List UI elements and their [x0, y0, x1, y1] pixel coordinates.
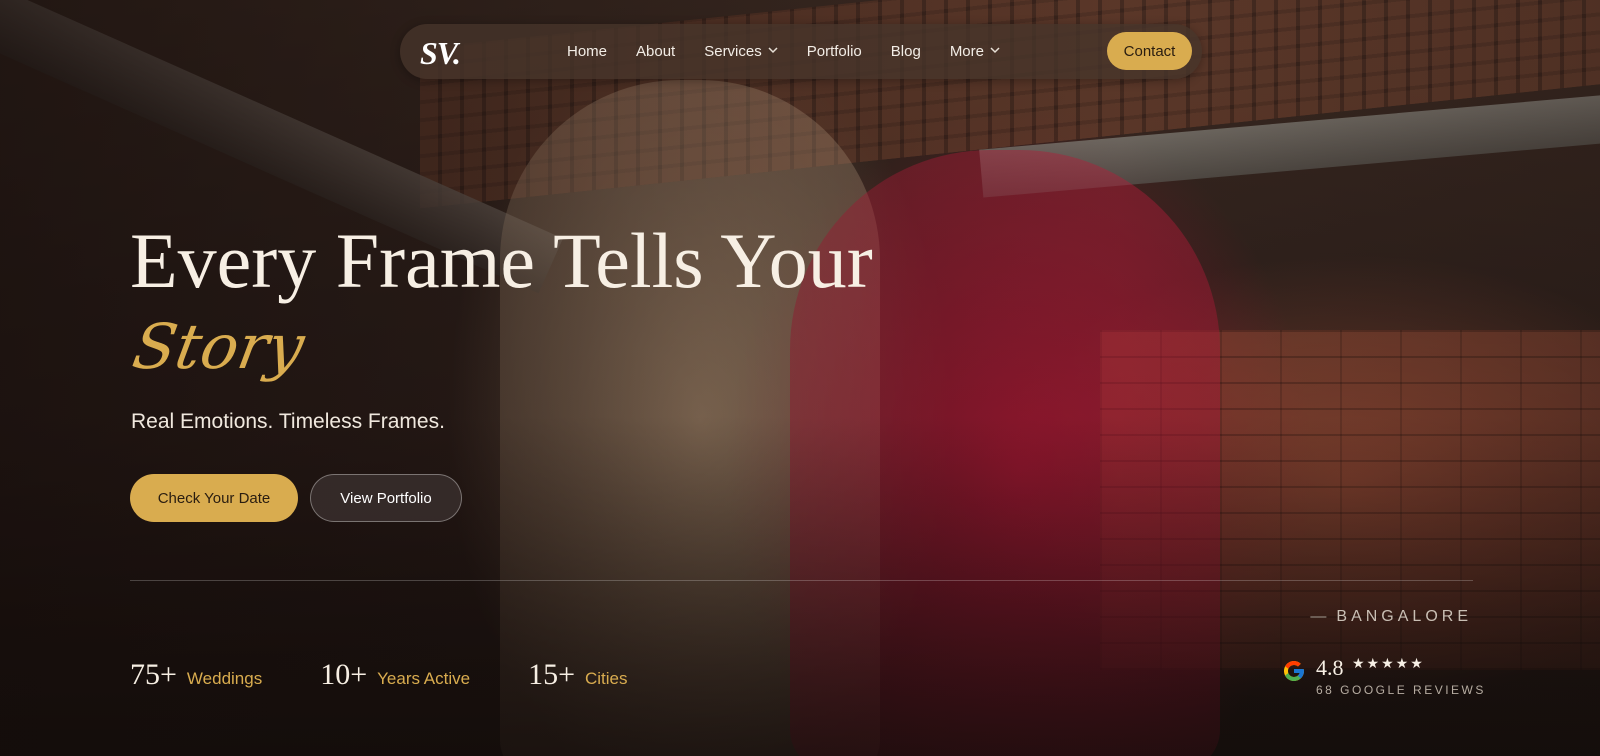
google-icon — [1282, 659, 1306, 683]
nav-item-label: More — [949, 43, 984, 60]
hero-title: Every Frame Tells Your — [130, 217, 873, 304]
nav-item-more[interactable]: More — [950, 43, 1000, 60]
chevron-down-icon — [768, 46, 778, 57]
chevron-down-icon — [990, 46, 1000, 57]
nav-item-label: Portfolio — [806, 43, 862, 60]
location-city: BANGALORE — [1336, 608, 1472, 625]
hero-subtitle: Real Emotions. Timeless Frames. — [131, 410, 445, 433]
nav-item-about[interactable]: About — [636, 43, 675, 60]
rating-value: 4.8 — [1316, 655, 1344, 680]
stat-weddings: 75+ Weddings — [130, 658, 262, 692]
nav-item-portfolio[interactable]: Portfolio — [807, 43, 862, 60]
nav-item-services[interactable]: Services — [704, 43, 778, 60]
stat-value: 10+ — [320, 658, 368, 691]
section-divider — [130, 580, 1473, 581]
stat-label: Cities — [585, 669, 628, 688]
brand-logo[interactable]: SV. — [420, 35, 461, 72]
stat-value: 15+ — [528, 658, 575, 691]
stat-years-active: 10+ Years Active — [320, 658, 470, 692]
check-your-date-button[interactable]: Check Your Date — [130, 474, 298, 522]
nav-item-label: Home — [567, 43, 608, 60]
stats-row: 75+ Weddings 10+ Years Active 15+ Cities — [130, 658, 686, 692]
reviews-count: 68 GOOGLE REVIEWS — [1316, 683, 1486, 697]
stat-cities: 15+ Cities — [528, 658, 627, 692]
nav-links: Home About Services Portfolio Blog More — [567, 24, 1029, 79]
stat-label: Years Active — [377, 669, 471, 688]
stat-label: Weddings — [186, 669, 263, 688]
nav-item-label: Blog — [890, 43, 921, 60]
star-rating-icon: ★★★★★ — [1352, 655, 1425, 671]
nav-item-label: Services — [704, 43, 762, 60]
nav-item-label: About — [636, 43, 676, 60]
view-portfolio-button[interactable]: View Portfolio — [310, 474, 462, 522]
contact-button[interactable]: Contact — [1107, 32, 1192, 70]
location-label: — BANGALORE — [1310, 608, 1472, 626]
top-navigation: SV. Home About Services Portfolio Blog M… — [400, 24, 1202, 79]
nav-item-home[interactable]: Home — [567, 43, 607, 60]
stat-value: 75+ — [130, 658, 177, 691]
nav-item-blog[interactable]: Blog — [891, 43, 921, 60]
hero-title-accent: Story — [127, 310, 310, 383]
location-dash: — — [1310, 608, 1327, 625]
